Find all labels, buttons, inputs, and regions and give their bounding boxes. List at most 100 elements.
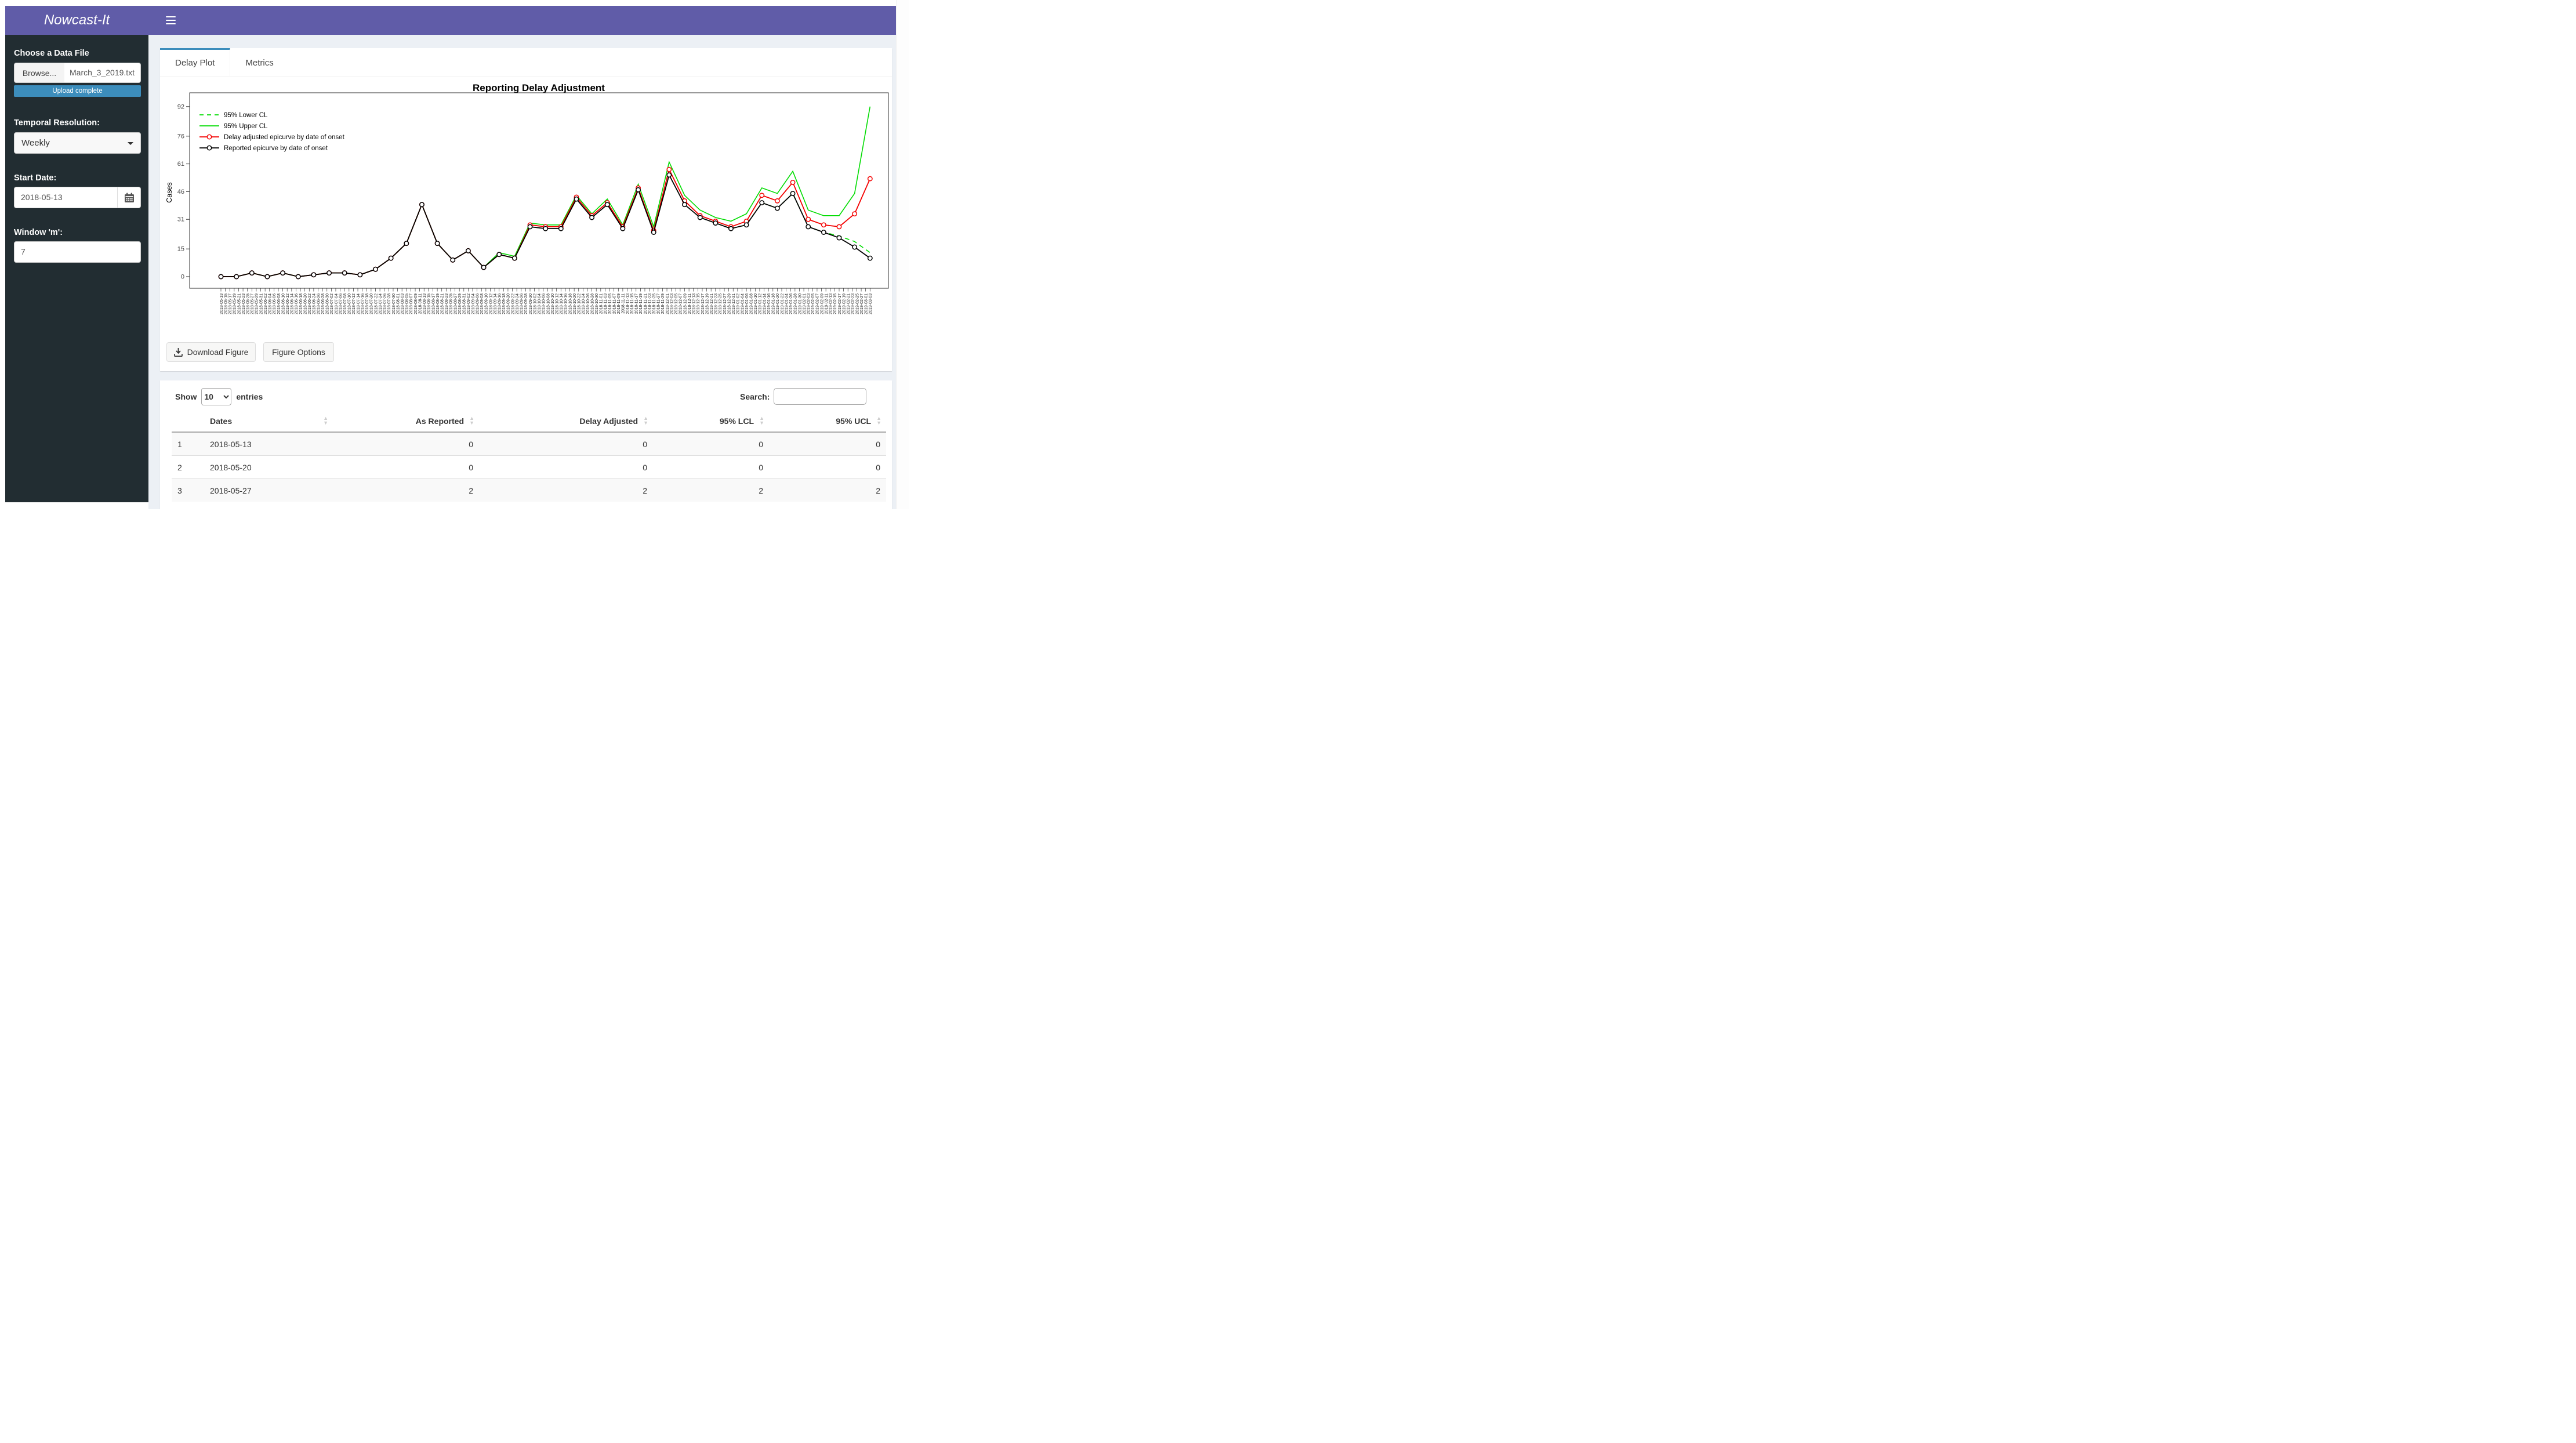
svg-text:2018-07-18: 2018-07-18	[365, 293, 369, 314]
temporal-resolution-value: Weekly	[21, 138, 50, 148]
svg-text:2018-09-04: 2018-09-04	[471, 293, 476, 314]
temporal-resolution-label: Temporal Resolution:	[14, 118, 100, 128]
page-scrollbar[interactable]	[896, 0, 909, 509]
svg-text:2018-07-16: 2018-07-16	[361, 293, 365, 314]
plot-card: Delay Plot Metrics Reporting Delay Adjus…	[160, 48, 892, 371]
svg-text:2019-01-28: 2019-01-28	[794, 293, 798, 314]
table-cell: 2	[769, 479, 886, 502]
figure-options-button[interactable]: Figure Options	[263, 342, 334, 362]
svg-text:2019-01-04: 2019-01-04	[741, 293, 745, 314]
svg-text:2018-11-01: 2018-11-01	[600, 293, 604, 314]
svg-text:2018-12-09: 2018-12-09	[683, 293, 687, 314]
svg-text:2019-01-24: 2019-01-24	[785, 293, 789, 314]
file-section-label: Choose a Data File	[14, 49, 89, 58]
svg-text:2018-08-23: 2018-08-23	[445, 293, 449, 314]
svg-text:2018-08-15: 2018-08-15	[427, 293, 431, 314]
table-cell: 2	[333, 479, 479, 502]
svg-text:2019-01-18: 2019-01-18	[772, 293, 776, 314]
sort-icon[interactable]: ▲▼	[643, 416, 648, 425]
svg-text:2018-06-10: 2018-06-10	[281, 293, 285, 314]
svg-text:2018-12-07: 2018-12-07	[679, 293, 683, 314]
tab-metrics[interactable]: Metrics	[230, 48, 288, 76]
table-cell: 2018-05-27	[204, 479, 333, 502]
svg-text:2018-08-17: 2018-08-17	[431, 293, 436, 314]
svg-text:2019-02-15: 2019-02-15	[833, 293, 837, 314]
search-input[interactable]	[774, 388, 866, 405]
svg-text:2018-06-26: 2018-06-26	[317, 293, 321, 314]
table-cell: 0	[769, 432, 886, 456]
svg-text:2018-06-08: 2018-06-08	[277, 293, 281, 314]
svg-text:2019-01-06: 2019-01-06	[745, 293, 749, 314]
svg-text:2019-01-20: 2019-01-20	[776, 293, 780, 314]
browse-button[interactable]: Browse...	[14, 63, 65, 83]
table-card: Show 10 entries Search:	[160, 380, 892, 509]
table-body: 12018-05-13000022018-05-20000032018-05-2…	[172, 432, 886, 502]
svg-text:2018-05-15: 2018-05-15	[224, 293, 228, 314]
svg-text:2018-09-14: 2018-09-14	[494, 293, 498, 314]
svg-text:2018-12-23: 2018-12-23	[714, 293, 719, 314]
svg-text:2018-05-13: 2018-05-13	[220, 293, 224, 314]
tab-delay-plot[interactable]: Delay Plot	[160, 48, 230, 76]
start-date-field[interactable]: 2018-05-13	[14, 187, 118, 208]
svg-text:2018-06-14: 2018-06-14	[291, 293, 295, 314]
svg-text:2018-07-06: 2018-07-06	[339, 293, 343, 314]
svg-text:2018-10-24: 2018-10-24	[582, 293, 586, 314]
download-figure-button[interactable]: Download Figure	[166, 342, 256, 362]
figure-options-label: Figure Options	[272, 347, 325, 357]
calendar-button[interactable]	[117, 187, 141, 208]
table-cell: 2	[653, 479, 769, 502]
svg-text:2019-02-13: 2019-02-13	[829, 293, 833, 314]
upload-progress-bar: Upload complete	[14, 85, 141, 97]
svg-text:2019-01-30: 2019-01-30	[798, 293, 802, 314]
svg-text:2019-02-17: 2019-02-17	[838, 293, 842, 314]
svg-text:Cases: Cases	[165, 182, 173, 202]
download-icon	[174, 348, 183, 357]
sort-icon[interactable]: ▲▼	[759, 416, 764, 425]
column-header-95-lcl[interactable]: 95% LCL ▲▼	[653, 411, 769, 432]
table-cell: 2018-05-20	[204, 456, 333, 479]
column-header-95-ucl[interactable]: 95% UCL ▲▼	[769, 411, 886, 432]
column-header-delay-adjusted[interactable]: Delay Adjusted ▲▼	[479, 411, 653, 432]
temporal-resolution-select[interactable]: Weekly	[14, 132, 141, 154]
svg-text:2018-07-26: 2018-07-26	[383, 293, 387, 314]
svg-text:2018-07-12: 2018-07-12	[352, 293, 356, 314]
delay-plot-chart: Reporting Delay Adjustment0153146617692C…	[164, 81, 892, 336]
svg-text:2019-02-11: 2019-02-11	[825, 293, 829, 314]
svg-text:2018-09-22: 2018-09-22	[511, 293, 515, 314]
svg-text:2018-12-25: 2018-12-25	[719, 293, 723, 314]
sort-icon[interactable]: ▲▼	[469, 416, 474, 425]
svg-text:2018-12-21: 2018-12-21	[710, 293, 714, 314]
svg-text:2018-08-25: 2018-08-25	[449, 293, 453, 314]
svg-text:2018-11-09: 2018-11-09	[617, 293, 621, 314]
svg-text:2018-07-10: 2018-07-10	[348, 293, 352, 314]
svg-text:2018-09-02: 2018-09-02	[467, 293, 471, 314]
hamburger-icon	[166, 20, 176, 21]
file-name-field[interactable]: March_3_2019.txt	[64, 63, 141, 83]
svg-text:2018-10-26: 2018-10-26	[586, 293, 590, 314]
table-header-row: Dates ▲▼ As Reported ▲▼ Delay Adjusted ▲…	[172, 411, 886, 432]
svg-text:92: 92	[177, 103, 184, 110]
svg-text:2018-08-19: 2018-08-19	[436, 293, 440, 314]
table-row: 22018-05-200000	[172, 456, 886, 479]
column-header-as-reported[interactable]: As Reported ▲▼	[333, 411, 479, 432]
svg-text:0: 0	[181, 274, 184, 281]
chevron-down-icon	[128, 142, 133, 148]
svg-text:2018-11-11: 2018-11-11	[622, 293, 626, 314]
page-length-select[interactable]: 10	[201, 388, 231, 405]
svg-text:95% Lower CL: 95% Lower CL	[224, 112, 268, 119]
svg-text:Delay adjusted epicurve by dat: Delay adjusted epicurve by date of onset	[224, 134, 345, 141]
svg-text:2019-03-03: 2019-03-03	[869, 293, 873, 314]
window-m-field[interactable]: 7	[14, 241, 141, 263]
column-header-dates[interactable]: Dates ▲▼	[204, 411, 333, 432]
sort-icon[interactable]: ▲▼	[876, 416, 881, 425]
sidebar-toggle-button[interactable]	[157, 6, 184, 35]
svg-text:2018-09-16: 2018-09-16	[498, 293, 502, 314]
svg-text:2018-11-29: 2018-11-29	[661, 293, 665, 314]
svg-text:2018-10-30: 2018-10-30	[595, 293, 599, 314]
table-cell: 0	[479, 432, 653, 456]
svg-text:2018-09-12: 2018-09-12	[489, 293, 493, 314]
sort-icon[interactable]: ▲▼	[323, 416, 328, 425]
svg-text:2018-06-22: 2018-06-22	[308, 293, 312, 314]
svg-text:2018-11-13: 2018-11-13	[626, 293, 630, 314]
hamburger-icon	[166, 23, 176, 25]
